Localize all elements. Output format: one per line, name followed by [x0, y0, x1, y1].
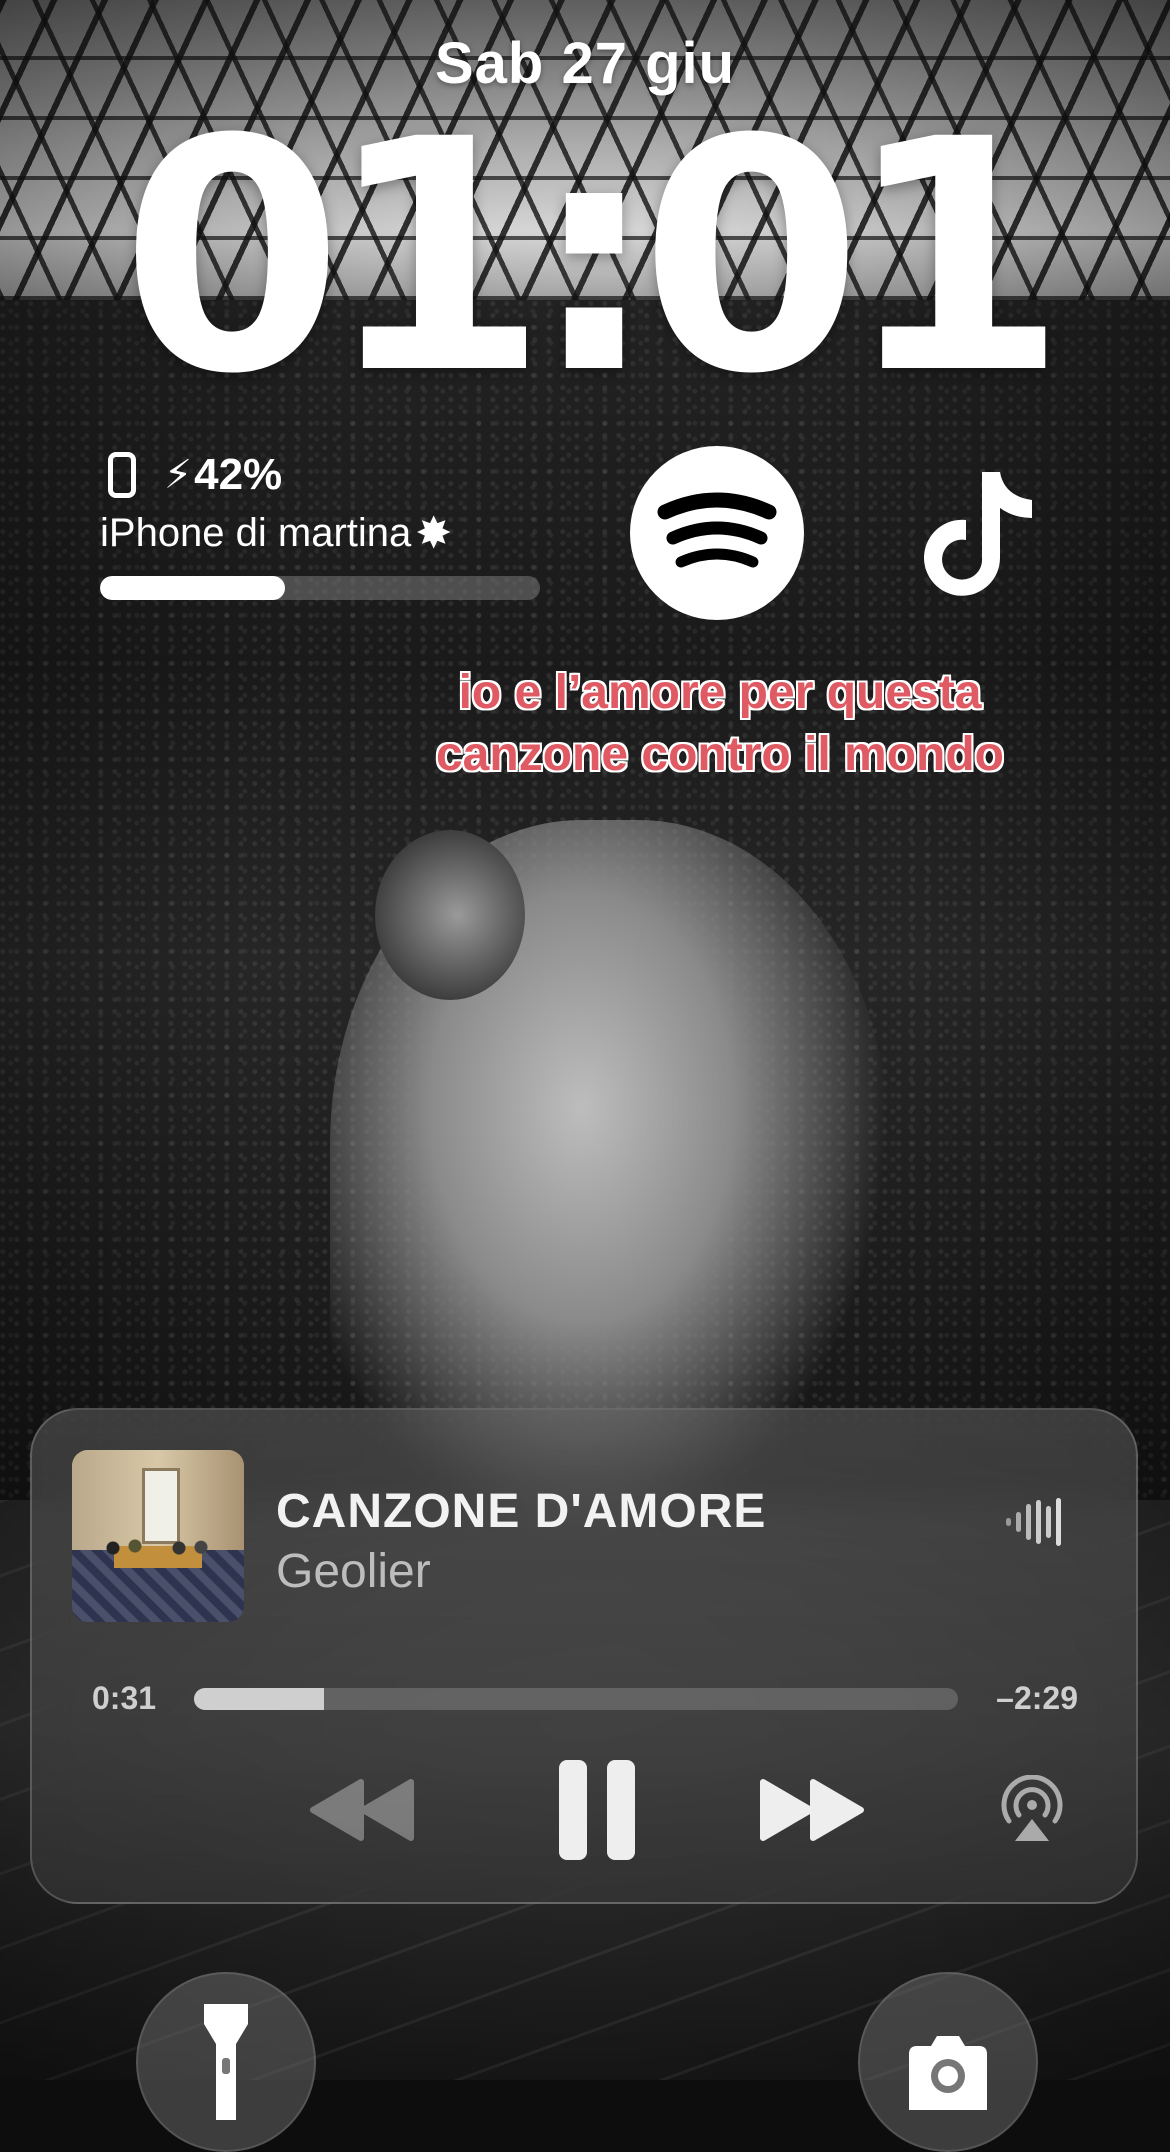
rewind-icon	[310, 1779, 414, 1841]
track-title: CANZONE D'AMORE	[276, 1485, 767, 1538]
flashlight-icon	[204, 2004, 248, 2120]
lyric-line-2: canzone contro il mondo	[435, 728, 1004, 781]
battery-level-fill	[100, 576, 285, 600]
album-artwork[interactable]	[72, 1450, 244, 1622]
device-name: iPhone di martina	[100, 511, 412, 555]
elapsed-time: 0:31	[92, 1680, 157, 1716]
remaining-time: –2:29	[996, 1680, 1078, 1716]
track-artist: Geolier	[276, 1545, 431, 1598]
pause-button[interactable]	[542, 1750, 652, 1870]
pause-icon	[559, 1760, 635, 1860]
device-row: iPhone di martina ✸	[100, 508, 540, 559]
playback-scrubber[interactable]	[194, 1688, 958, 1710]
camera-icon	[909, 2036, 987, 2110]
playback-progress-fill	[194, 1688, 324, 1710]
tiktok-logo-icon	[924, 472, 1032, 596]
spotify-widget[interactable]	[630, 446, 804, 620]
rewind-button[interactable]	[302, 1750, 422, 1870]
sparkle-icon: ✸	[415, 509, 453, 558]
airplay-button[interactable]	[992, 1750, 1072, 1870]
spotify-logo-icon	[657, 492, 777, 568]
bolt-icon: ⚡︎	[164, 453, 193, 497]
battery-widget[interactable]: ⚡︎ 42% iPhone di martina ✸	[100, 448, 540, 608]
now-playing-card[interactable]: CANZONE D'AMORE Geolier 0:31 –2:29	[30, 1408, 1138, 1904]
flashlight-button[interactable]	[136, 1972, 316, 2152]
tiktok-widget[interactable]	[920, 462, 1040, 602]
forward-button[interactable]	[752, 1750, 872, 1870]
battery-percent: 42%	[194, 450, 283, 499]
battery-row: ⚡︎ 42%	[100, 448, 540, 502]
artwork-figures	[102, 1532, 212, 1572]
lock-time: 01:01	[120, 72, 1068, 444]
lyric-caption: io e l’amore per questa canzone contro i…	[380, 662, 1060, 786]
airplay-icon	[1001, 1775, 1063, 1841]
battery-level-bar	[100, 576, 540, 600]
camera-button[interactable]	[858, 1972, 1038, 2152]
waveform-icon	[1006, 1498, 1061, 1546]
phone-icon	[108, 452, 136, 498]
lyric-line-1: io e l’amore per questa	[458, 666, 982, 719]
forward-icon	[760, 1779, 864, 1841]
